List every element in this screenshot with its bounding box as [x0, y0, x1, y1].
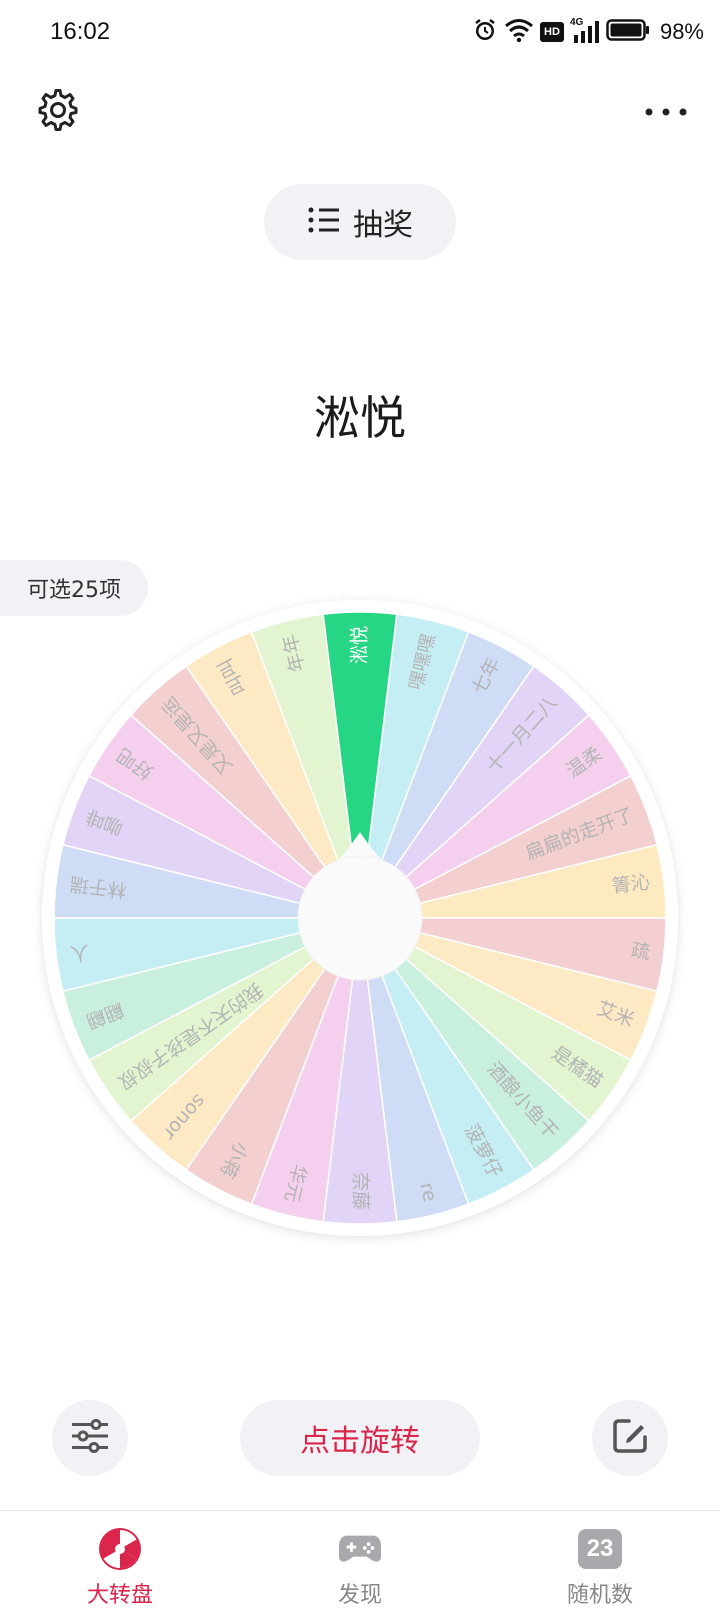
wheel-icon [98, 1527, 142, 1571]
settings-button[interactable] [34, 88, 82, 136]
tab-wheel-label: 大转盘 [86, 1583, 153, 1608]
calendar-icon: 23 [578, 1527, 622, 1571]
wheel-segment-label-group: 疏 [630, 939, 652, 963]
more-dots-icon [644, 103, 688, 122]
wheel-segment-label: 人 [69, 940, 91, 964]
wheel-segment-label-group: 奈藤 [350, 1172, 372, 1210]
tab-random-number-label: 随机数 [566, 1583, 633, 1608]
wheel-segment-label: 箐沁 [611, 871, 651, 897]
sliders-icon [70, 1418, 110, 1458]
wheel-segment-label: 淞悦 [349, 626, 371, 664]
mode-chip-label: 抽奖 [353, 208, 413, 243]
status-bar: 16:02 HD 4G 98% [0, 0, 720, 64]
tab-discover-label: 发现 [337, 1583, 382, 1608]
more-button[interactable] [642, 88, 690, 136]
battery-percent: 98% [659, 19, 704, 44]
spin-button[interactable]: 点击旋转 [240, 1400, 480, 1476]
list-icon [307, 205, 341, 239]
status-time: 16:02 [50, 18, 111, 45]
tab-wheel[interactable]: 大转盘 [0, 1511, 240, 1612]
status-icons: HD 4G 98% [472, 16, 704, 48]
tab-random-number[interactable]: 23 随机数 [480, 1511, 720, 1612]
wheel-segment-label-group: 人 [69, 940, 91, 964]
battery-icon [606, 18, 650, 46]
gamepad-icon [338, 1527, 382, 1571]
top-bar [0, 80, 720, 144]
gear-icon [36, 88, 80, 136]
spin-result: 淞悦 [314, 391, 406, 445]
edit-button[interactable] [592, 1400, 668, 1476]
wheel-graphic: 淞悦 嘿嘿嘿 七年十一月二八 温柔扁扁的走开了箐沁疏艾米是橘猫酒酿小鱼干菠萝仔re奈藤… [42, 600, 678, 1236]
mode-selector-chip[interactable]: 抽奖 [264, 184, 456, 260]
wifi-icon [504, 17, 534, 47]
spin-wheel[interactable]: 淞悦 嘿嘿嘿 七年 十一月二八 温柔 扁扁的走开了 箐沁疏艾米 是橘猫 酒酿小鱼干 菠萝仔 re 奈藤… [32, 590, 688, 1246]
wheel-segment-label-group: 箐沁 [611, 871, 651, 897]
signal-icon: 4G [570, 17, 600, 45]
bottom-controls: 点击旋转 [0, 1400, 720, 1476]
alarm-icon [472, 17, 498, 47]
tab-discover[interactable]: 发现 [240, 1511, 480, 1612]
wheel-segment-label-group: 淞悦 [349, 626, 371, 664]
wheel-segment-label: 奈藤 [350, 1172, 372, 1210]
bottom-tab-bar: 大转盘 发现 23 随机数 [0, 1510, 720, 1612]
wheel-segment-label: 疏 [630, 939, 652, 963]
hd-icon: HD [539, 22, 564, 42]
filter-settings-button[interactable] [52, 1400, 128, 1476]
wheel-hub [297, 855, 423, 981]
edit-icon [611, 1417, 649, 1459]
calendar-badge: 23 [578, 1529, 622, 1569]
